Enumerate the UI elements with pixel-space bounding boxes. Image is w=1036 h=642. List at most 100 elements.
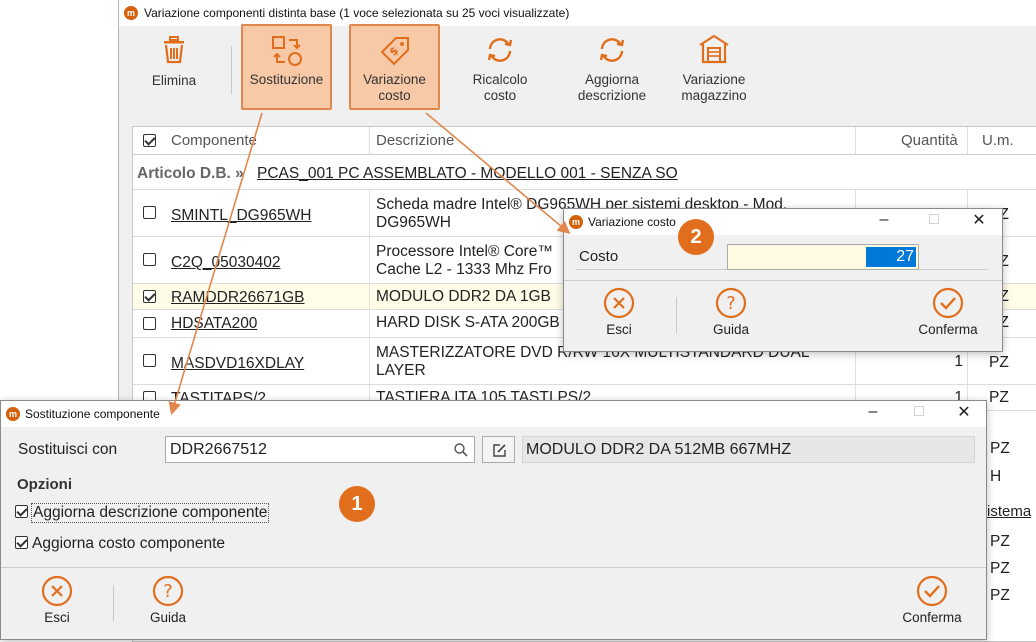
minimize-icon[interactable]: –: [869, 211, 899, 229]
main-title-bar: m Variazione componenti distinta base (1…: [119, 0, 1036, 26]
button-separator: [113, 585, 114, 621]
open-component-button[interactable]: [482, 436, 515, 463]
header-quantita[interactable]: Quantità: [901, 132, 958, 149]
group-prefix: Articolo D.B. »: [137, 165, 244, 182]
group-row: Articolo D.B. » PCAS_001 PC ASSEMBLATO -…: [133, 155, 1036, 190]
minimize-icon[interactable]: –: [858, 403, 888, 421]
elimina-button[interactable]: Elimina: [133, 30, 215, 108]
magazzino-label-2: magazzino: [681, 88, 747, 103]
refresh-icon: [487, 38, 513, 62]
select-all-checkbox[interactable]: [143, 134, 156, 147]
app-icon: m: [124, 6, 138, 20]
component-code-value: DDR2667512: [170, 441, 267, 458]
col-divider: [369, 284, 370, 309]
sost-conferma-button[interactable]: Conferma: [894, 575, 970, 625]
ricalcolo-costo-button[interactable]: Ricalcolo costo: [457, 30, 543, 108]
refresh-icon: [599, 38, 625, 62]
costo-dialog-title: Variazione costo: [588, 215, 676, 229]
edit-external-icon: [493, 444, 506, 457]
help-icon: ?: [715, 287, 747, 319]
costo-value: 27: [866, 247, 916, 267]
sost-esci-button[interactable]: Esci: [31, 575, 83, 625]
help-icon: ?: [152, 575, 184, 607]
row-checkbox[interactable]: [143, 354, 156, 367]
component-search-input[interactable]: DDR2667512: [165, 436, 475, 463]
swap-icon: [271, 36, 302, 66]
row-code-link[interactable]: MASDVD16XDLAY: [171, 355, 304, 373]
row-checkbox[interactable]: [143, 253, 156, 266]
maximize-icon[interactable]: □: [919, 211, 949, 229]
sost-guida-button[interactable]: ? Guida: [142, 575, 194, 625]
col-divider: [967, 127, 968, 154]
col-divider: [369, 237, 370, 283]
guida-label: Guida: [712, 322, 750, 337]
row-description: HARD DISK S-ATA 200GB: [376, 314, 560, 331]
opt1-checkbox[interactable]: [15, 505, 28, 518]
ricalcolo-label-2: costo: [483, 88, 517, 103]
svg-text:?: ?: [163, 581, 173, 602]
row-checkbox[interactable]: [143, 206, 156, 219]
window-title: Variazione componenti distinta base (1 v…: [144, 6, 570, 20]
magazzino-label-1: Variazione: [682, 72, 746, 87]
maximize-icon[interactable]: □: [904, 403, 934, 421]
opt2-label: Aggiorna costo componente: [32, 535, 226, 552]
component-description-field: MODULO DDR2 DA 512MB 667MHZ: [522, 436, 975, 463]
price-tag-icon: $: [380, 37, 409, 66]
opzioni-heading: Opzioni: [17, 476, 72, 493]
grid-peek-cell: PZ: [990, 587, 1010, 604]
header-descrizione[interactable]: Descrizione: [376, 132, 454, 149]
close-icon[interactable]: ✕: [949, 402, 979, 422]
svg-text:?: ?: [726, 293, 736, 314]
row-checkbox[interactable]: [143, 289, 156, 303]
row-code-link[interactable]: SMINTL_DG965WH: [171, 207, 311, 225]
sostituzione-label: Sostituzione: [249, 72, 324, 87]
elimina-label: Elimina: [151, 73, 197, 88]
divider: [1, 567, 986, 568]
col-divider: [369, 310, 370, 337]
col-divider: [369, 127, 370, 154]
sostituzione-button[interactable]: Sostituzione: [241, 24, 332, 110]
row-code-link[interactable]: C2Q_05030402: [171, 254, 280, 272]
check-circle-icon: [932, 287, 964, 319]
row-code-link[interactable]: RAMDDR26671GB: [171, 289, 305, 307]
costo-guida-button[interactable]: ? Guida: [706, 287, 756, 337]
variazione-costo-button[interactable]: $ Variazione costo: [349, 24, 440, 110]
row-checkbox[interactable]: [143, 316, 156, 330]
costo-dialog: m Variazione costo – □ ✕ Costo 27 2 Esci…: [563, 208, 1003, 352]
component-description-value: MODULO DDR2 DA 512MB 667MHZ: [526, 441, 791, 458]
costo-dialog-title-bar: m Variazione costo – □ ✕: [564, 209, 1002, 235]
row-quantity: 1: [954, 353, 963, 370]
col-divider: [369, 190, 370, 236]
step-badge-1: 1: [339, 486, 375, 522]
costo-conferma-button[interactable]: Conferma: [910, 287, 986, 337]
row-description: Processore Intel® Core™ Cache L2 - 1333 M…: [376, 243, 553, 278]
variazione-magazzino-button[interactable]: Variazione magazzino: [671, 30, 757, 108]
close-icon[interactable]: ✕: [964, 210, 994, 230]
group-article-link[interactable]: PCAS_001 PC ASSEMBLATO - MODELLO 001 - S…: [257, 165, 678, 183]
app-icon: m: [569, 215, 583, 229]
grid-peek-cell: PZ: [990, 440, 1010, 457]
header-um[interactable]: U.m.: [982, 132, 1014, 149]
costo-input[interactable]: 27: [727, 244, 919, 270]
header-componente[interactable]: Componente: [171, 132, 257, 149]
sost-dialog-title: Sostituzione componente: [25, 407, 160, 421]
toolbar-separator: [231, 46, 232, 94]
close-circle-icon: [41, 575, 73, 607]
divider: [564, 280, 1002, 281]
row-um: PZ: [989, 389, 1009, 406]
opt2-checkbox[interactable]: [15, 536, 28, 549]
aggiorna-label-1: Aggiorna: [584, 72, 640, 87]
variazione-costo-label-2: costo: [378, 88, 411, 103]
costo-esci-button[interactable]: Esci: [594, 287, 644, 337]
sost-dialog-title-bar: m Sostituzione componente – □ ✕: [1, 401, 986, 427]
grid-header: Componente Descrizione Quantità U.m.: [133, 127, 1036, 155]
aggiorna-descrizione-button[interactable]: Aggiorna descrizione: [563, 30, 661, 108]
search-icon[interactable]: [454, 443, 468, 457]
variazione-costo-label-1: Variazione: [363, 72, 426, 87]
col-divider: [369, 338, 370, 384]
ricalcolo-label-1: Ricalcolo: [472, 72, 528, 87]
trash-icon: [164, 36, 184, 64]
check-circle-icon: [916, 575, 948, 607]
warehouse-icon: [699, 34, 729, 64]
row-code-link[interactable]: HDSATA200: [171, 315, 257, 333]
